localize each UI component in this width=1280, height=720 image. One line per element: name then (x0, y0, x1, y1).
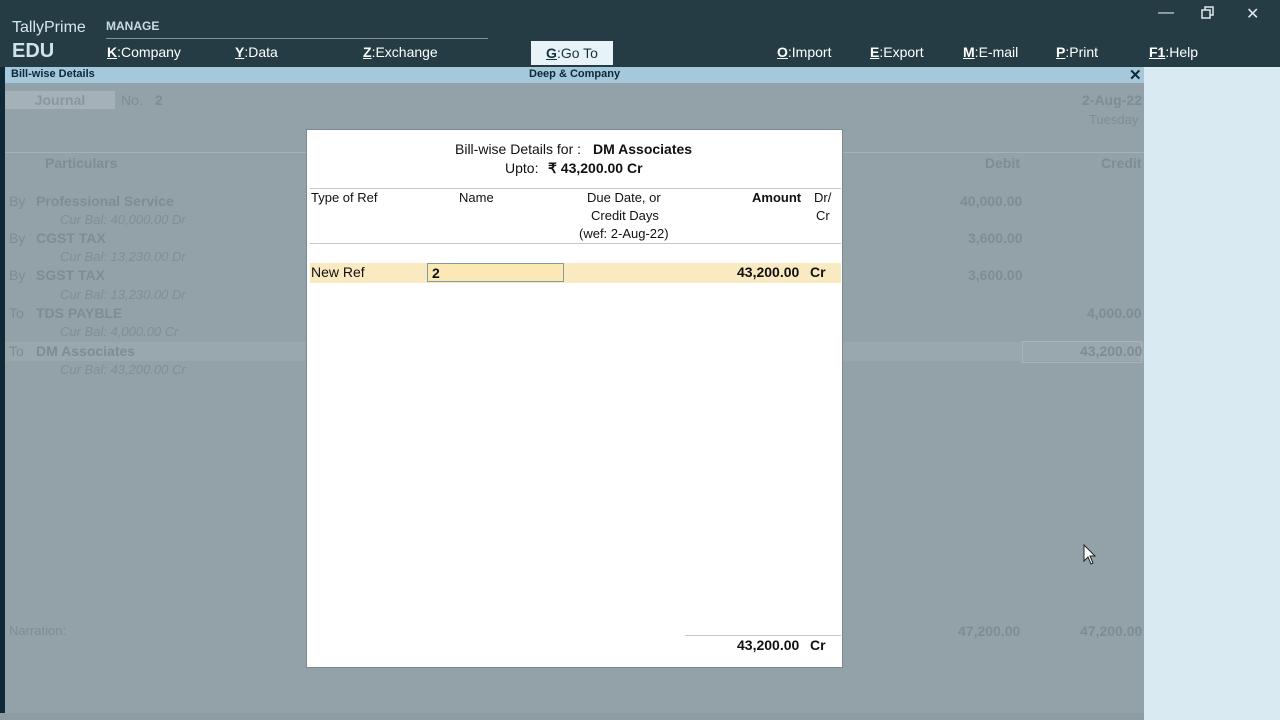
ledger-name: SGST TAX (36, 267, 105, 283)
menu-email[interactable]: M:E-mail (963, 44, 1018, 60)
voucher-no: 2 (155, 92, 163, 108)
total-divider (685, 635, 841, 636)
col-type-of-ref: Type of Ref (311, 190, 378, 205)
menu-print[interactable]: P:Print (1056, 44, 1098, 60)
col-dr-cr-line2: Cr (816, 208, 830, 223)
credit-amount: 4,000.00 (1087, 305, 1142, 321)
bill-total-amount: 43,200.00 (737, 637, 800, 653)
debit-amount: 3,600.00 (968, 267, 1023, 283)
row-prefix: By (9, 267, 26, 283)
ledger-balance: Cur Bal: 13,230.00 Dr (60, 287, 186, 302)
voucher-date: 2-Aug-22 (1082, 92, 1142, 108)
col-particulars: Particulars (45, 155, 118, 171)
narration-label: Narration: (9, 623, 67, 638)
ledger-balance: Cur Bal: 43,200.00 Cr (60, 362, 186, 377)
menu-data[interactable]: Y:Data (235, 44, 278, 60)
voucher-no-label: No. (121, 92, 143, 108)
bill-amount[interactable]: 43,200.00 (737, 264, 799, 280)
menu-export[interactable]: E:Export (870, 44, 924, 60)
row-prefix: By (9, 193, 26, 209)
bill-dr-cr[interactable]: Cr (810, 264, 826, 280)
ledger-balance: Cur Bal: 4,000.00 Cr (60, 324, 179, 339)
col-due-date-line2: Credit Days (591, 208, 659, 223)
col-credit: Credit (1101, 155, 1142, 171)
row-prefix: By (9, 230, 26, 246)
total-debit: 47,200.00 (958, 623, 1021, 639)
company-name: Deep & Company (529, 68, 621, 80)
voucher-type-label: Journal (5, 91, 115, 109)
ledger-balance: Cur Bal: 13,230.00 Dr (60, 249, 186, 264)
column-header-bottom-divider (310, 243, 841, 244)
bill-type-of-ref[interactable]: New Ref (311, 264, 365, 280)
debit-amount: 3,600.00 (968, 230, 1023, 246)
voucher-day: Tuesday (1089, 112, 1139, 127)
menu-exchange[interactable]: Z:Exchange (363, 44, 438, 60)
col-name: Name (459, 190, 494, 205)
menu-company[interactable]: K:Company (107, 44, 181, 60)
minimize-icon[interactable]: — (1158, 4, 1174, 22)
bill-wise-details-dialog: Bill-wise Details for : DM Associates Up… (306, 129, 843, 668)
debit-amount: 40,000.00 (960, 193, 1023, 209)
ledger-balance: Cur Bal: 40,000.00 Dr (60, 212, 186, 227)
upto-label: Upto: (505, 160, 539, 176)
mouse-pointer-icon (1083, 543, 1097, 571)
column-header-top-divider (310, 188, 841, 189)
menu-import[interactable]: O:Import (777, 44, 831, 60)
bill-name-value: 2 (432, 265, 440, 281)
bill-name-input[interactable]: 2 (427, 263, 564, 282)
manage-group-label: MANAGE (106, 19, 160, 33)
ledger-name: Professional Service (36, 193, 174, 209)
bill-total-dr-cr: Cr (810, 637, 826, 653)
ledger-name: DM Associates (36, 343, 136, 359)
dialog-title-prefix: Bill-wise Details for : (455, 141, 582, 157)
col-debit: Debit (985, 155, 1020, 171)
col-amount: Amount (752, 190, 802, 205)
upto-value: ₹ 43,200.00 Cr (548, 160, 643, 176)
window-close-icon[interactable]: ✕ (1246, 4, 1259, 24)
col-due-date-line1: Due Date, or (587, 190, 661, 205)
total-credit: 47,200.00 (1080, 623, 1143, 639)
right-button-panel (1144, 67, 1280, 720)
ledger-name: CGST TAX (36, 230, 106, 246)
menu-go-to[interactable]: G:Go To (531, 41, 613, 65)
manage-divider (106, 38, 488, 39)
col-due-date-line3: (wef: 2-Aug-22) (579, 226, 669, 241)
screen-title: Bill-wise Details (11, 68, 95, 80)
party-name: DM Associates (593, 141, 693, 157)
restore-icon[interactable] (1201, 6, 1215, 25)
app-name: TallyPrime (12, 19, 86, 36)
row-prefix: To (9, 305, 24, 321)
close-icon[interactable]: ✕ (1129, 66, 1142, 84)
menu-help[interactable]: F1:Help (1149, 44, 1198, 60)
ledger-name: TDS PAYBLE (36, 305, 123, 321)
credit-amount: 43,200.00 (1080, 343, 1143, 359)
col-dr-cr-line1: Dr/ (814, 190, 832, 205)
row-prefix: To (9, 343, 24, 359)
app-edition: EDU (12, 40, 55, 62)
bottom-strip (0, 713, 1144, 720)
